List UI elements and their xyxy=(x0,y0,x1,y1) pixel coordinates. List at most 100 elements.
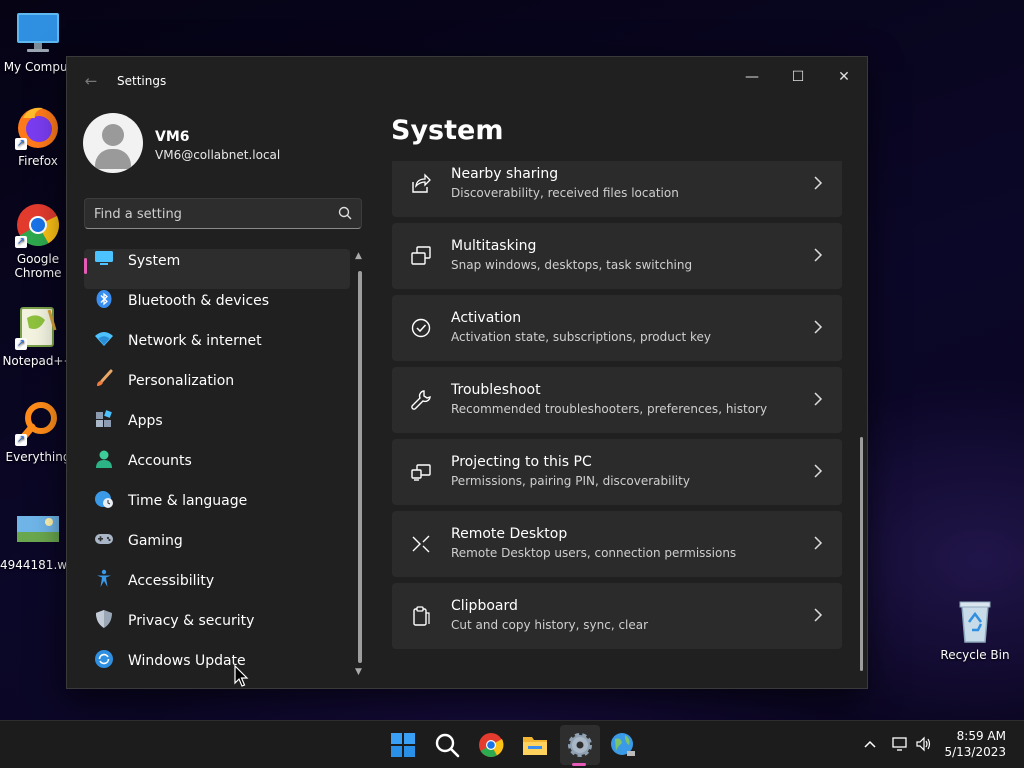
sidebar-item-label: Gaming xyxy=(128,533,183,549)
sidebar-item-label: System xyxy=(128,253,181,269)
shortcut-arrow-icon: ↗ xyxy=(15,236,27,248)
start-icon[interactable] xyxy=(387,729,419,761)
clock-date: 5/13/2023 xyxy=(944,745,1006,759)
active-indicator xyxy=(84,258,87,274)
sidebar-item-gaming[interactable]: Gaming xyxy=(84,529,350,569)
chevron-up-icon[interactable] xyxy=(861,735,879,753)
everything-search-icon: ↗ xyxy=(15,400,61,446)
clipboard-icon xyxy=(410,605,432,627)
wrench-icon xyxy=(410,389,432,411)
desktop-icon-google-chrome[interactable]: ↗ Google Chrome xyxy=(0,202,76,280)
sidebar-item-apps[interactable]: Apps xyxy=(84,409,350,449)
sidebar-item-accessibility[interactable]: Accessibility xyxy=(84,569,350,609)
card-title: Activation xyxy=(451,310,522,326)
sidebar-item-network[interactable]: Network & internet xyxy=(84,329,350,369)
card-remote-desktop[interactable]: Remote Desktop Remote Desktop users, con… xyxy=(392,511,842,577)
card-nearby-sharing[interactable]: Nearby sharing Discoverability, received… xyxy=(392,161,842,217)
share-icon xyxy=(410,173,432,195)
search-input[interactable] xyxy=(94,205,324,223)
gamepad-icon xyxy=(94,529,114,549)
card-subtitle: Discoverability, received files location xyxy=(451,186,679,200)
card-title: Remote Desktop xyxy=(451,526,568,542)
sidebar-item-label: Windows Update xyxy=(128,653,246,669)
sidebar-item-accounts[interactable]: Accounts xyxy=(84,449,350,489)
sidebar-item-time-language[interactable]: Time & language xyxy=(84,489,350,529)
title-bar[interactable]: ← Settings — ☐ ✕ xyxy=(67,57,867,105)
chevron-right-icon xyxy=(812,247,824,263)
sidebar-item-privacy-security[interactable]: Privacy & security xyxy=(84,609,350,649)
sidebar-item-label: Privacy & security xyxy=(128,613,255,629)
notepad-plus-plus-icon: ↗ xyxy=(15,304,61,350)
sidebar-item-label: Network & internet xyxy=(128,333,262,349)
network-globe-icon[interactable] xyxy=(607,729,639,761)
avatar-head xyxy=(102,124,124,146)
card-subtitle: Snap windows, desktops, task switching xyxy=(451,258,693,272)
active-app-indicator xyxy=(572,763,586,766)
chevron-right-icon xyxy=(812,463,824,479)
scroll-down-arrow-icon[interactable]: ▼ xyxy=(355,667,362,677)
settings-icon[interactable] xyxy=(564,729,596,761)
scroll-up-arrow-icon[interactable]: ▲ xyxy=(355,251,362,261)
desktop-icon-label: Everything xyxy=(5,450,71,464)
back-button[interactable]: ← xyxy=(81,71,101,91)
page-title: System xyxy=(391,115,504,146)
minimize-button[interactable]: — xyxy=(729,61,775,93)
avatar[interactable] xyxy=(83,113,143,173)
desktop-icon-recycle-bin[interactable]: Recycle Bin xyxy=(937,598,1013,662)
card-clipboard[interactable]: Clipboard Cut and copy history, sync, cl… xyxy=(392,583,842,649)
user-email: VM6@collabnet.local xyxy=(155,148,281,162)
search-icon[interactable] xyxy=(431,729,463,761)
chevron-right-icon xyxy=(812,391,824,407)
mouse-cursor-icon xyxy=(234,664,250,689)
card-title: Troubleshoot xyxy=(451,382,541,398)
card-multitasking[interactable]: Multitasking Snap windows, desktops, tas… xyxy=(392,223,842,289)
user-name: VM6 xyxy=(155,129,190,145)
maximize-button[interactable]: ☐ xyxy=(775,61,821,93)
projecting-icon xyxy=(410,461,432,483)
desktop-icon-label: Firefox xyxy=(18,154,58,168)
sidebar-nav: System Bluetooth & devices Network & int… xyxy=(84,249,354,689)
sidebar-item-system[interactable]: System xyxy=(84,249,350,289)
recycle-bin-icon xyxy=(952,598,998,644)
desktop-icon-everything[interactable]: ↗ Everything xyxy=(0,400,76,464)
sidebar-item-label: Personalization xyxy=(128,373,235,389)
sidebar-scrollbar[interactable]: ▲ ▼ xyxy=(354,249,366,679)
card-subtitle: Permissions, pairing PIN, discoverabilit… xyxy=(451,474,690,488)
desktop-icon-my-computer[interactable]: My Comput xyxy=(0,10,76,74)
content-scrollbar[interactable] xyxy=(860,437,863,671)
card-title: Projecting to this PC xyxy=(451,454,592,470)
sidebar-item-bluetooth[interactable]: Bluetooth & devices xyxy=(84,289,350,329)
desktop-icon-label: Notepad++ xyxy=(2,354,74,368)
chevron-right-icon xyxy=(812,319,824,335)
card-troubleshoot[interactable]: Troubleshoot Recommended troubleshooters… xyxy=(392,367,842,433)
sidebar-item-windows-update[interactable]: Windows Update xyxy=(84,649,350,689)
system-clock[interactable]: 8:59 AM 5/13/2023 xyxy=(936,728,1006,760)
card-subtitle: Remote Desktop users, connection permiss… xyxy=(451,546,737,560)
desktop-icon-image-file[interactable]: 4944181.web xyxy=(0,508,82,572)
shortcut-arrow-icon: ↗ xyxy=(15,138,27,150)
brush-icon xyxy=(94,369,114,389)
sidebar-item-label: Time & language xyxy=(128,493,248,509)
sidebar-item-label: Bluetooth & devices xyxy=(128,293,270,309)
clock-time: 8:59 AM xyxy=(956,729,1006,743)
card-projecting[interactable]: Projecting to this PC Permissions, pairi… xyxy=(392,439,842,505)
sidebar-scroll-thumb[interactable] xyxy=(358,271,362,663)
sidebar-item-personalization[interactable]: Personalization xyxy=(84,369,350,409)
settings-list: Nearby sharing Discoverability, received… xyxy=(392,161,842,689)
volume-icon[interactable] xyxy=(915,735,933,753)
desktop-icon-notepad-plus-plus[interactable]: ↗ Notepad++ xyxy=(0,304,76,368)
file-explorer-icon[interactable] xyxy=(519,729,551,761)
card-activation[interactable]: Activation Activation state, subscriptio… xyxy=(392,295,842,361)
wifi-icon xyxy=(94,329,114,349)
window-title: Settings xyxy=(117,74,167,88)
user-profile[interactable]: VM6 VM6@collabnet.local xyxy=(83,113,373,175)
update-icon xyxy=(94,649,114,669)
close-button[interactable]: ✕ xyxy=(821,61,867,93)
desktop-icon-firefox[interactable]: ↗ Firefox xyxy=(0,104,76,168)
search-icon[interactable] xyxy=(337,205,353,221)
search-box[interactable] xyxy=(84,198,362,229)
account-icon xyxy=(94,449,114,469)
card-subtitle: Activation state, subscriptions, product… xyxy=(451,330,711,344)
chrome-icon[interactable] xyxy=(475,729,507,761)
network-status-icon[interactable] xyxy=(891,735,909,753)
